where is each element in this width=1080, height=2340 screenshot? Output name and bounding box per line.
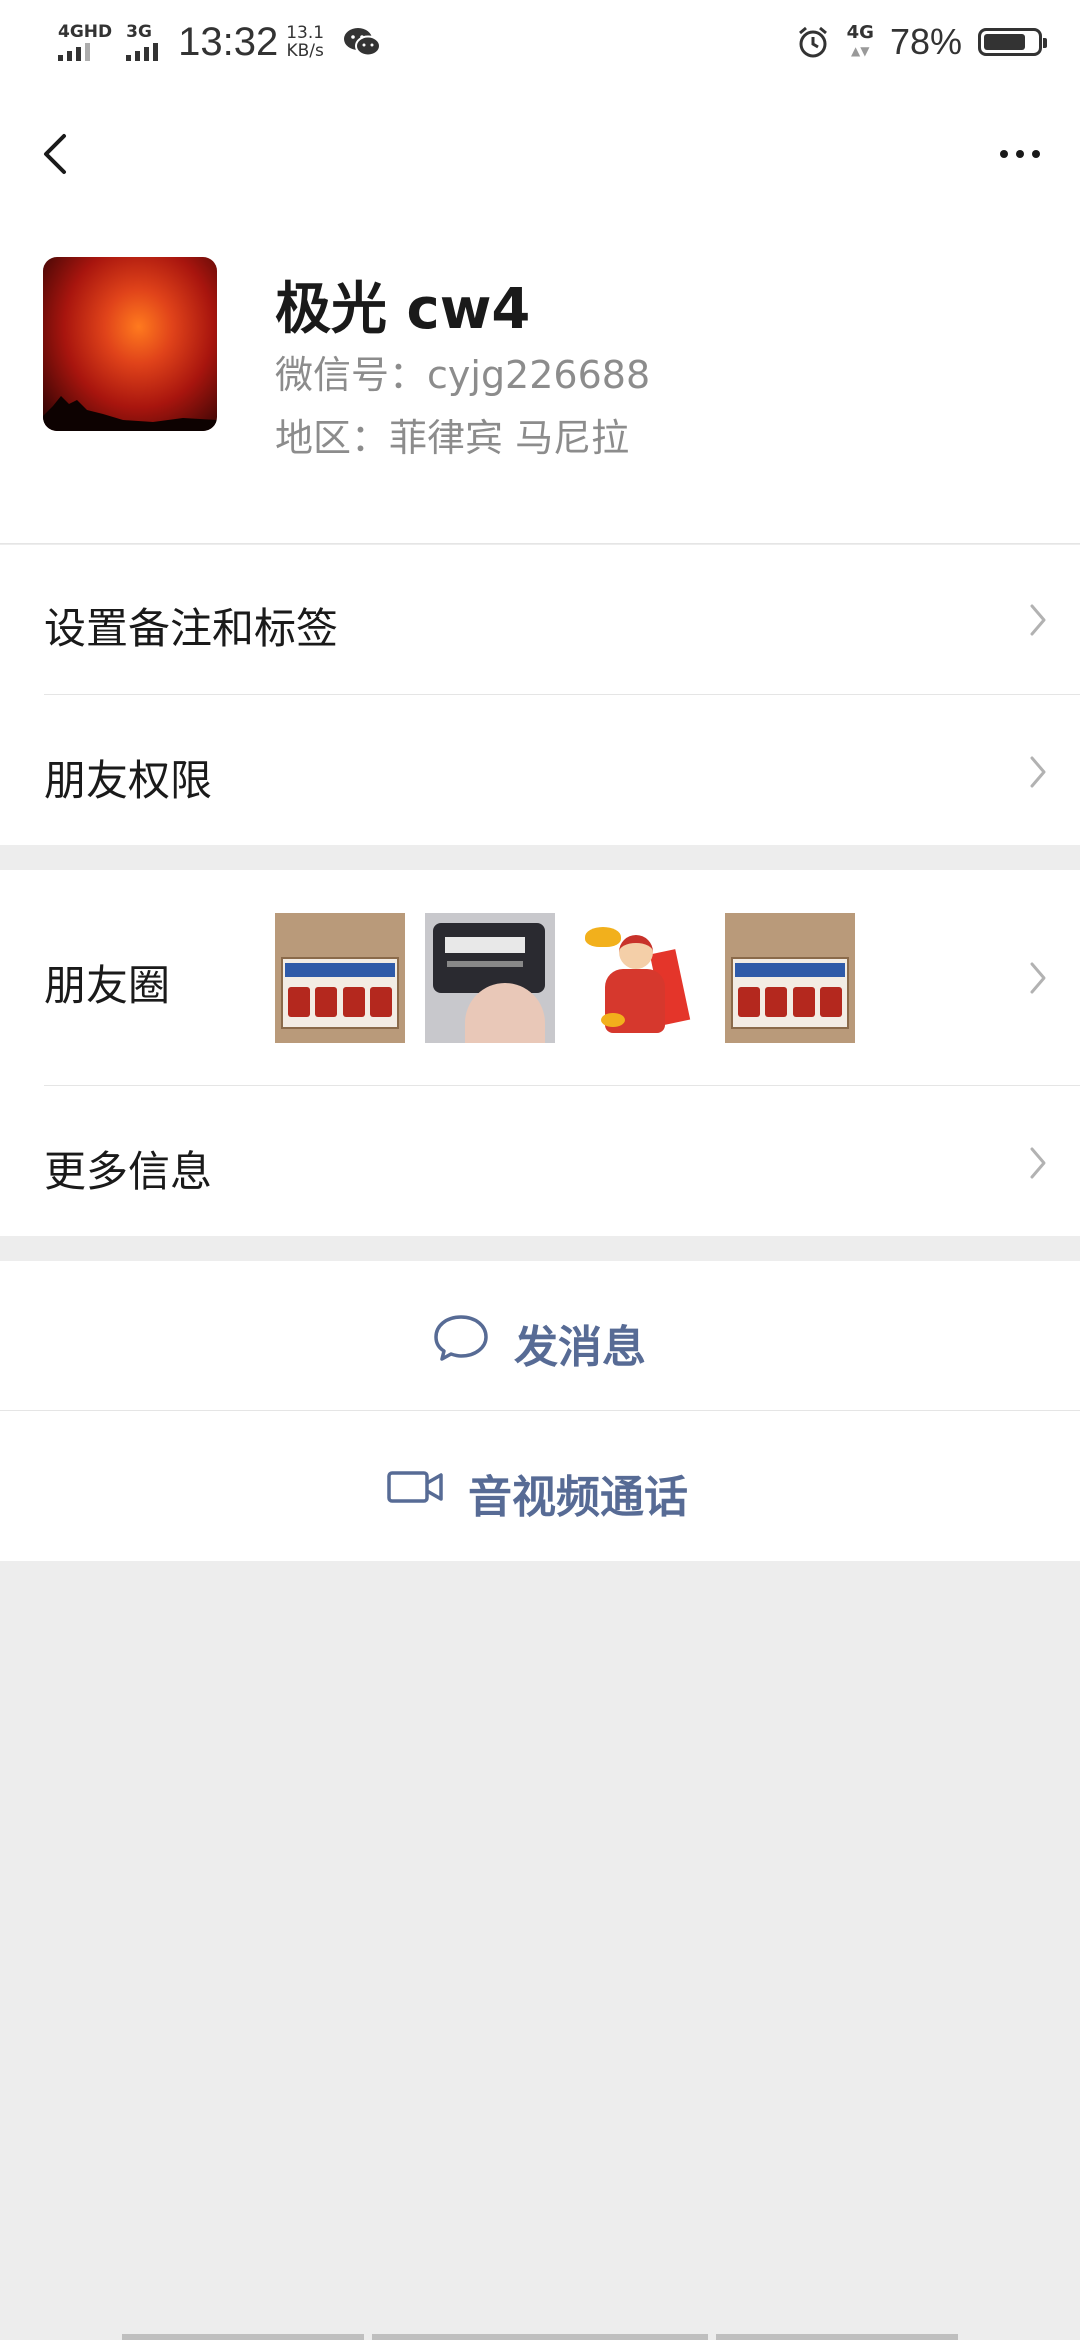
network-label: 3G — [126, 22, 152, 42]
gesture-bar — [716, 2334, 958, 2340]
moments-cell[interactable]: 朋友圈 — [0, 870, 1080, 1086]
wechat-id: 微信号：cyjg226688 — [275, 353, 651, 397]
network-speed: 13.1 KB/s — [286, 24, 324, 60]
chevron-left-icon[interactable] — [30, 124, 80, 184]
network-4g-indicator: 4GHD — [58, 23, 112, 61]
avatar[interactable] — [43, 257, 217, 431]
region: 地区：菲律宾 马尼拉 — [275, 416, 630, 460]
chevron-right-icon — [1030, 1147, 1046, 1179]
more-info-cell[interactable]: 更多信息 — [0, 1086, 1080, 1236]
video-call-label: 音视频通话 — [468, 1472, 688, 1523]
data-arrows-icon: ▲▼ — [851, 44, 870, 58]
moments-thumbnail — [275, 913, 405, 1043]
send-message-label: 发消息 — [514, 1322, 646, 1373]
chat-bubble-icon — [434, 1315, 488, 1361]
send-message-button[interactable]: 发消息 — [0, 1261, 1080, 1411]
more-info-label: 更多信息 — [44, 1147, 213, 1196]
status-time: 13:32 — [178, 19, 279, 64]
friend-permissions-cell[interactable]: 朋友权限 — [0, 695, 1080, 845]
network-3g-indicator: 3G — [126, 22, 159, 61]
gesture-bar — [122, 2334, 364, 2340]
video-camera-icon — [387, 1471, 443, 1503]
signal-icon — [58, 41, 90, 61]
moments-label: 朋友圈 — [44, 961, 171, 1010]
speed-value: 13.1 — [286, 23, 325, 43]
chevron-right-icon — [1030, 604, 1046, 636]
remark-tags-label: 设置备注和标签 — [44, 604, 339, 653]
status-left: 4GHD 3G 13:32 13.1 KB/s — [58, 20, 382, 65]
chevron-right-icon — [1030, 756, 1046, 788]
nav-bar — [0, 84, 1080, 214]
signal-icon — [126, 41, 159, 61]
network-label: 4GHD — [58, 22, 113, 42]
moments-thumbnail — [575, 913, 705, 1043]
wechat-icon — [344, 28, 382, 57]
status-right: 4G ▲▼ 78% — [795, 0, 1047, 84]
more-dots-icon[interactable] — [990, 139, 1050, 169]
network-label: 4G — [846, 22, 874, 43]
network-4g-right: 4G ▲▼ — [847, 24, 874, 60]
alarm-icon — [798, 26, 827, 58]
tree-silhouette-icon — [43, 396, 217, 431]
chevron-right-icon — [1030, 962, 1046, 994]
profile-header: 极光 cw4 微信号：cyjg226688 地区：菲律宾 马尼拉 — [0, 214, 1080, 544]
battery-fill — [984, 34, 1025, 50]
status-bar: 4GHD 3G 13:32 13.1 KB/s 4G ▲▼ 78% — [0, 0, 1080, 84]
gesture-bar — [372, 2334, 708, 2340]
friend-permissions-label: 朋友权限 — [44, 756, 213, 805]
profile-name: 极光 cw4 — [275, 277, 531, 342]
video-call-button[interactable]: 音视频通话 — [0, 1411, 1080, 1561]
remark-tags-cell[interactable]: 设置备注和标签 — [0, 545, 1080, 695]
moments-thumbnails — [275, 913, 855, 1043]
battery-icon — [978, 28, 1047, 56]
moments-thumbnail — [725, 913, 855, 1043]
moments-thumbnail — [425, 913, 555, 1043]
speed-unit: KB/s — [286, 41, 324, 61]
battery-percent: 78% — [889, 21, 962, 62]
